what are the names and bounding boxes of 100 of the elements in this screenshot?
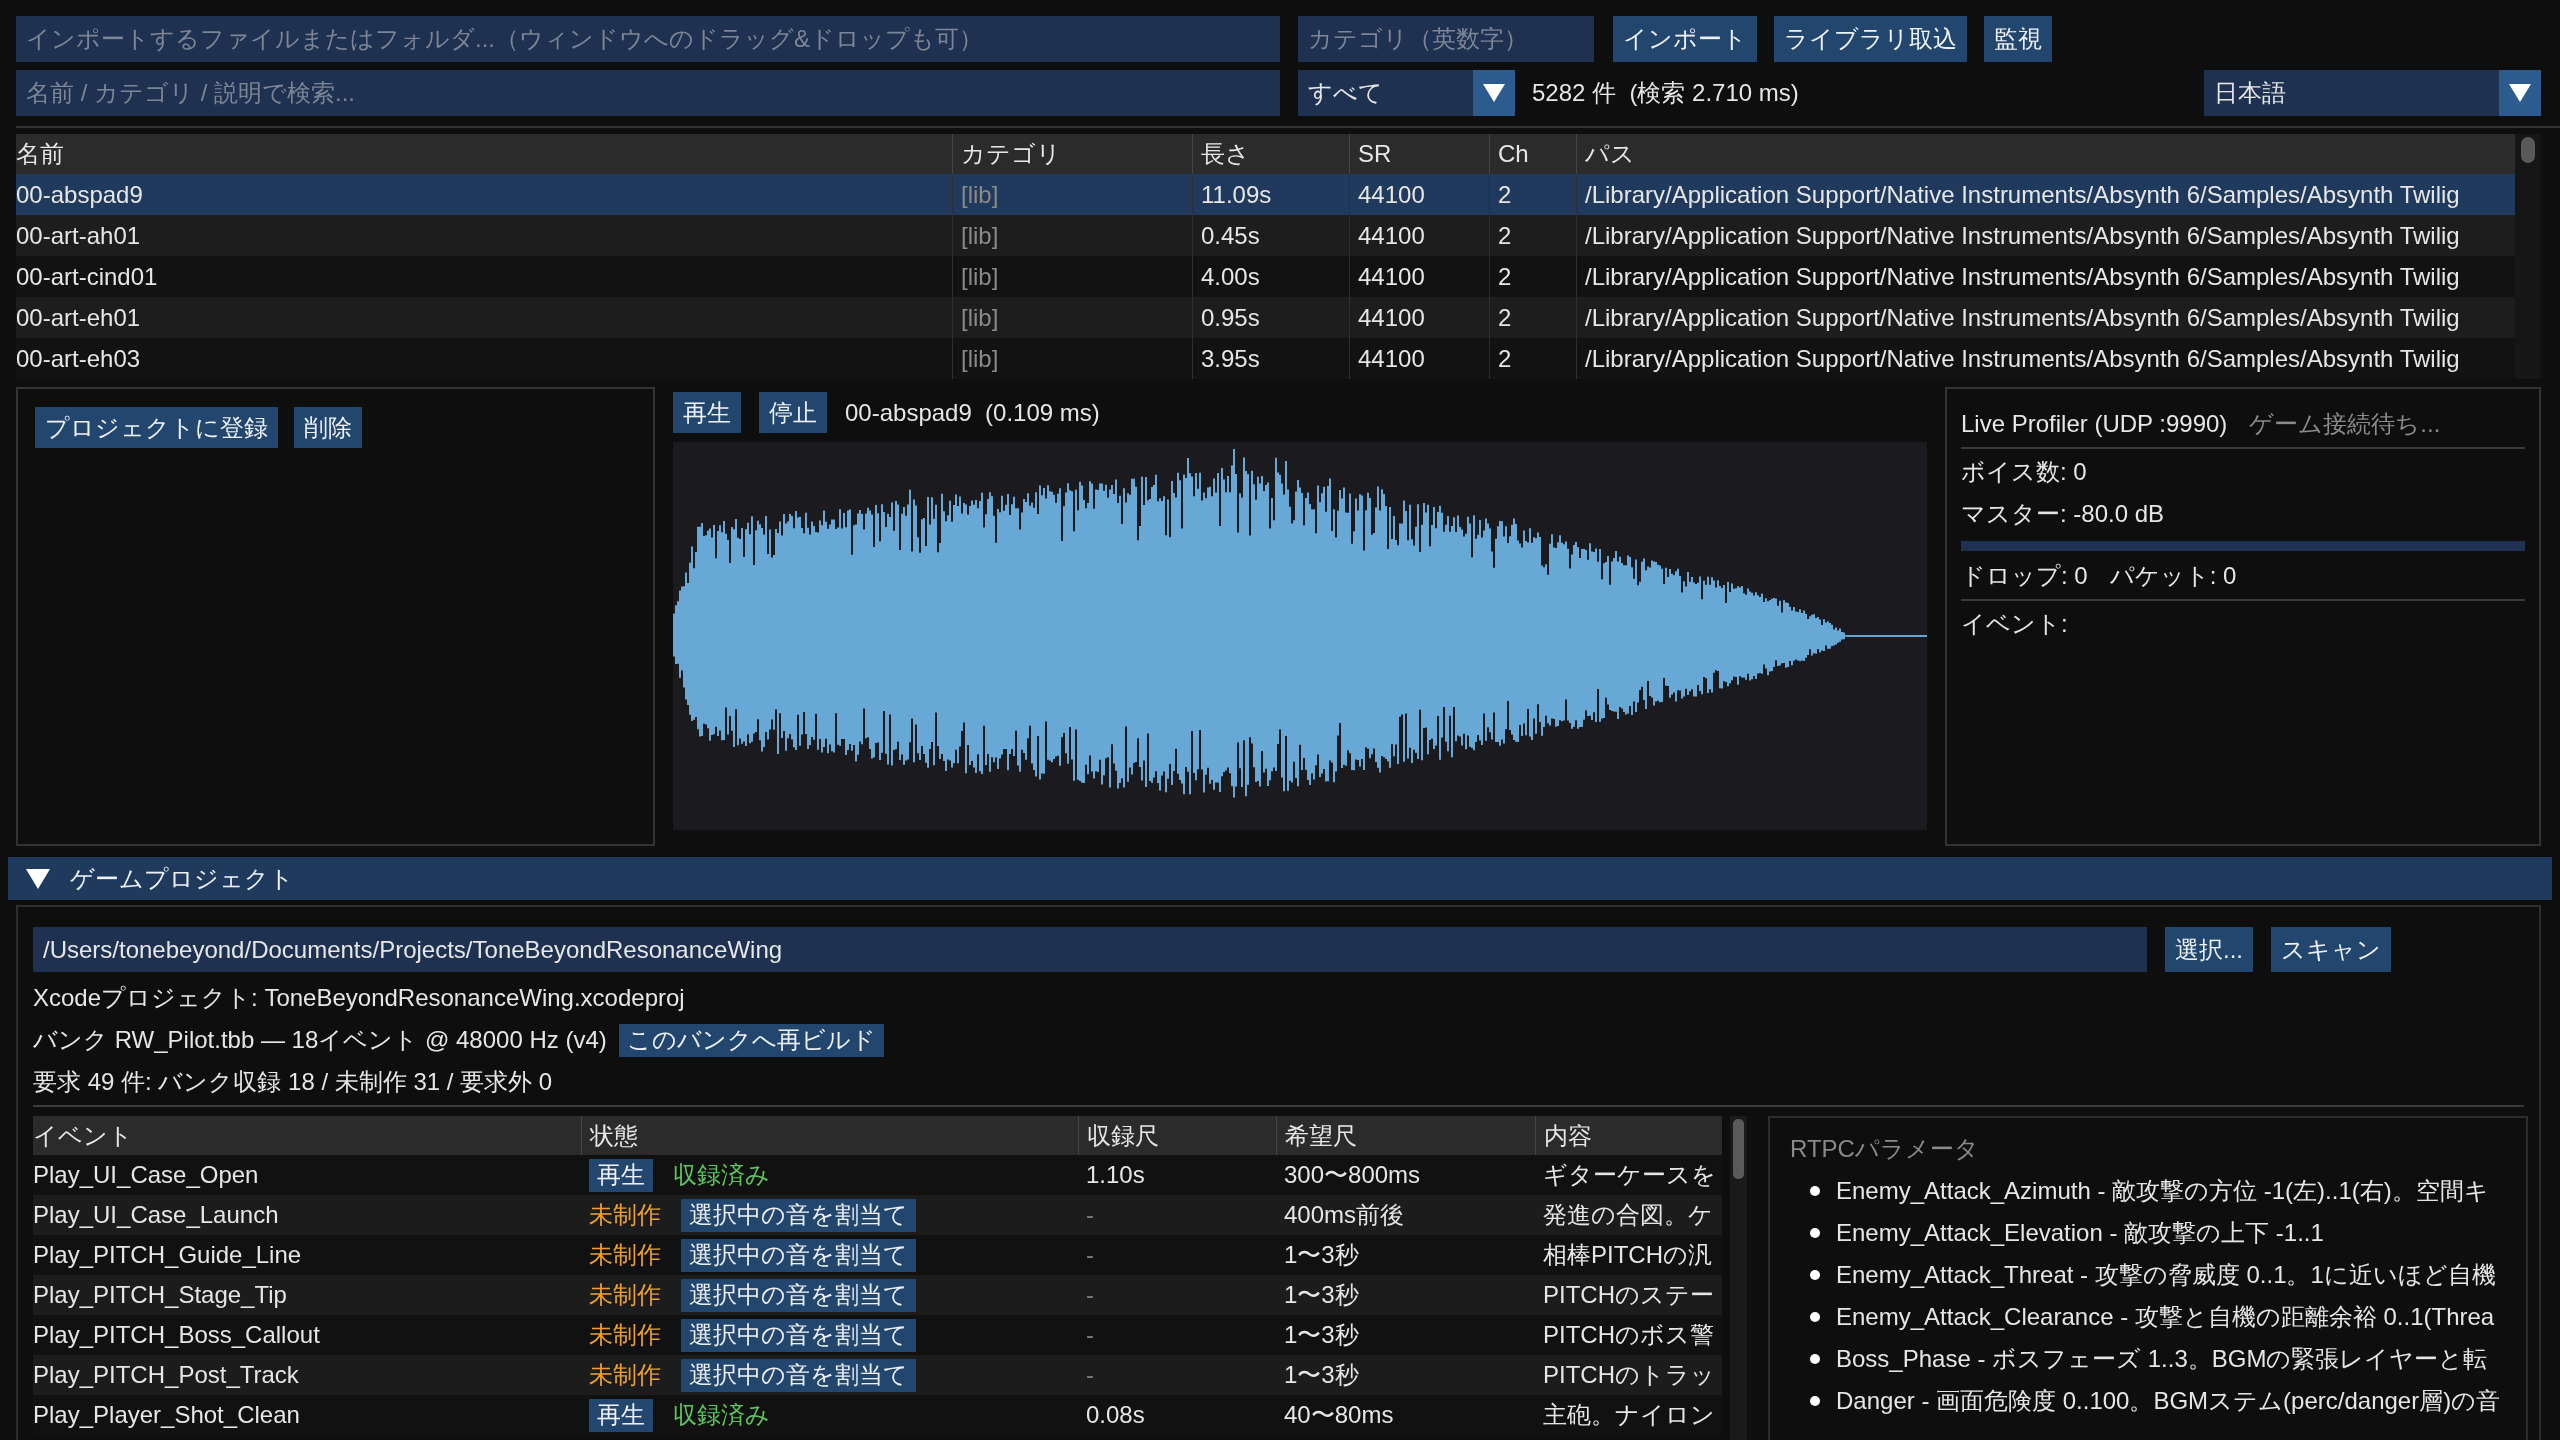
rtpc-item: Enemy_Attack_Threat - 攻撃の脅威度 0..1。1に近いほど自機 <box>1836 1260 2496 1290</box>
play-button[interactable]: 再生 <box>589 1398 653 1432</box>
table-cell: 3.95s <box>1192 338 1349 379</box>
import-field[interactable]: インポートするファイルまたはフォルダ...（ウィンドウへのドラッグ&ドロップも可） <box>16 16 1280 62</box>
xcode-info: Xcodeプロジェクト: ToneBeyondResonanceWing.xcodeproj <box>33 983 685 1013</box>
bullet-icon <box>1810 1228 1820 1238</box>
assign-button[interactable]: 選択中の音を割当て <box>681 1358 916 1392</box>
table-cell-text: PITCHのボス警 <box>1542 1320 1715 1350</box>
table-cell-text: 40〜80ms <box>1283 1400 1395 1430</box>
profiler-title: Live Profiler (UDP :9990) <box>1961 410 2228 438</box>
status-text: 収録済み <box>673 1400 770 1430</box>
table-cell-text: 00-art-eh03 <box>16 343 142 374</box>
scrollbar[interactable] <box>2515 134 2541 379</box>
assign-button[interactable]: 選択中の音を割当て <box>681 1318 916 1352</box>
rtpc-item: Enemy_Attack_Clearance - 攻撃と自機の距離余裕 0..1(Threa <box>1836 1302 2495 1332</box>
path-button[interactable]: 選択... <box>2165 927 2253 972</box>
scrollbar-thumb[interactable] <box>1733 1119 1744 1179</box>
assign-button[interactable]: 選択中の音を割当て <box>681 1238 916 1272</box>
table-cell-text: 1〜3秒 <box>1283 1320 1360 1350</box>
assign-button[interactable]: 選択中の音を割当て <box>681 1198 916 1232</box>
table-row[interactable]: 00-abspad9 [lib] 11.09s 44100 2 /Library/Application Support/Native Instruments/Absynth 6/Samples/Absynth Twilig <box>16 174 2515 215</box>
table-row[interactable]: 00-art-ah01 [lib] 0.45s 44100 2 /Library/Application Support/Native Instruments/Absynth 6/Samples/Absynth Twilig <box>16 215 2515 256</box>
master-level: マスター: -80.0 dB <box>1961 499 2165 529</box>
table-cell-text: 主砲。ナイロン <box>1542 1400 1716 1430</box>
caret-icon <box>2499 70 2541 116</box>
result-count: 5282 件 (検索 2.710 ms) <box>1532 78 1799 108</box>
scrollbar[interactable] <box>1730 1116 1747 1440</box>
toolbar-button[interactable]: インポート <box>1613 16 1757 62</box>
table-cell: [lib] <box>952 338 1192 379</box>
table-cell-text: Play_PITCH_Post_Track <box>33 1360 300 1390</box>
now-playing-label: 00-abspad9 (0.109 ms) <box>845 398 1100 427</box>
events-label: イベント: <box>1961 609 2068 639</box>
rtpc-item: Enemy_Attack_Elevation - 敵攻撃の上下 -1..1 <box>1836 1218 2324 1248</box>
packet-count: パケット: 0 <box>2109 561 2237 591</box>
table-cell-text: - <box>1085 1320 1095 1350</box>
table-cell-text: 1.10s <box>1085 1160 1146 1190</box>
caret-icon <box>1473 70 1515 116</box>
table-row[interactable]: 00-art-cind01 [lib] 4.00s 44100 2 /Library/Application Support/Native Instruments/Absynth 6/Samples/Absynth Twilig <box>16 256 2515 297</box>
language-dropdown[interactable]: 日本語 <box>2204 70 2541 116</box>
table-cell-text: ギターケースを <box>1542 1160 1717 1190</box>
table-cell: 2 <box>1489 338 1576 379</box>
project-path-field[interactable]: /Users/tonebeyond/Documents/Projects/ToneBeyondResonanceWing <box>33 927 2147 972</box>
play-button[interactable]: 再生 <box>589 1158 653 1192</box>
status-text: 未制作 <box>589 1280 661 1310</box>
connection-status: ゲーム接続待ち... <box>2249 409 2441 439</box>
filter-dropdown[interactable]: すべて <box>1298 70 1515 116</box>
table-cell-text: 00-art-cind01 <box>16 261 159 292</box>
table-cell-text: Play_UI_Case_Launch <box>33 1200 280 1230</box>
status-text: 未制作 <box>589 1240 661 1270</box>
table-cell-text: 1〜3秒 <box>1283 1240 1360 1270</box>
table-cell-text: PITCHのステー <box>1542 1280 1715 1310</box>
table-cell: 44100 <box>1349 338 1489 379</box>
table-cell-text: 相棒PITCHの汎 <box>1542 1240 1713 1270</box>
path-button[interactable]: スキャン <box>2271 927 2391 972</box>
voice-count: ボイス数: 0 <box>1961 457 2087 487</box>
table-row[interactable]: 00-art-eh03 [lib] 3.95s 44100 2 /Library/Application Support/Native Instruments/Absynth 6/Samples/Absynth Twilig <box>16 338 2515 379</box>
table-cell-text: Play_PITCH_Stage_Tip <box>33 1280 288 1310</box>
table-cell-text: Play_Player_Shot_Clean <box>33 1400 301 1430</box>
rtpc-item: Danger - 画面危険度 0..100。BGMステム(perc/danger層)の音 <box>1836 1386 2501 1416</box>
panel-button[interactable]: プロジェクトに登録 <box>35 407 278 448</box>
player-button[interactable]: 再生 <box>673 392 741 433</box>
caret-icon <box>26 868 50 889</box>
toolbar-button[interactable]: 監視 <box>1984 16 2052 62</box>
rtpc-item: Enemy_Attack_Azimuth - 敵攻撃の方位 -1(左)..1(右)。空間キ <box>1836 1176 2489 1206</box>
table-cell-text: Play_PITCH_Boss_Callout <box>33 1320 321 1350</box>
column-header[interactable]: 名前 <box>16 134 952 174</box>
section-header[interactable]: ゲームプロジェクト <box>8 857 2552 900</box>
category-field[interactable]: カテゴリ（英数字） <box>1298 16 1594 62</box>
rebuild-button[interactable]: このバンクへ再ビルド <box>618 1023 884 1057</box>
column-header[interactable]: イベント <box>33 1116 581 1155</box>
scrollbar-thumb[interactable] <box>2521 137 2535 163</box>
panel-button[interactable]: 削除 <box>294 407 362 448</box>
table-cell-text: 0.08s <box>1085 1400 1146 1430</box>
bullet-icon <box>1810 1396 1820 1406</box>
request-summary: 要求 49 件: バンク収録 18 / 未制作 31 / 要求外 0 <box>33 1067 553 1097</box>
rtpc-title: RTPCパラメータ <box>1790 1134 1980 1164</box>
bullet-icon <box>1810 1186 1820 1196</box>
bullet-icon <box>1810 1312 1820 1322</box>
table-cell-text: Play_UI_Case_Open <box>33 1160 260 1190</box>
drop-count: ドロップ: 0 <box>1961 561 2088 591</box>
toolbar-button[interactable]: ライブラリ取込 <box>1774 16 1967 62</box>
table-cell-text: - <box>1085 1360 1095 1390</box>
player-button[interactable]: 停止 <box>759 392 827 433</box>
bullet-icon <box>1810 1354 1820 1364</box>
table-cell-text: 00-art-ah01 <box>16 220 142 251</box>
status-text: 未制作 <box>589 1360 661 1390</box>
status-text: 収録済み <box>673 1160 770 1190</box>
status-text: 未制作 <box>589 1200 661 1230</box>
table-cell-text: 300〜800ms <box>1283 1160 1422 1190</box>
table-cell-text: 00-abspad9 <box>16 179 144 210</box>
assign-button[interactable]: 選択中の音を割当て <box>681 1278 916 1312</box>
search-field[interactable]: 名前 / カテゴリ / 説明で検索... <box>16 70 1280 116</box>
status-text: 未制作 <box>589 1320 661 1350</box>
bullet-icon <box>1810 1270 1820 1280</box>
table-cell-text: 発進の合図。ケ <box>1542 1200 1714 1230</box>
table-row[interactable]: 00-art-eh01 [lib] 0.95s 44100 2 /Library/Application Support/Native Instruments/Absynth 6/Samples/Absynth Twilig <box>16 297 2515 338</box>
table-cell-text: 400ms前後 <box>1283 1200 1406 1230</box>
table-cell-text: 1〜3秒 <box>1283 1280 1360 1310</box>
table-cell-text: - <box>1085 1240 1095 1270</box>
table-cell-text: 1〜3秒 <box>1283 1360 1360 1390</box>
